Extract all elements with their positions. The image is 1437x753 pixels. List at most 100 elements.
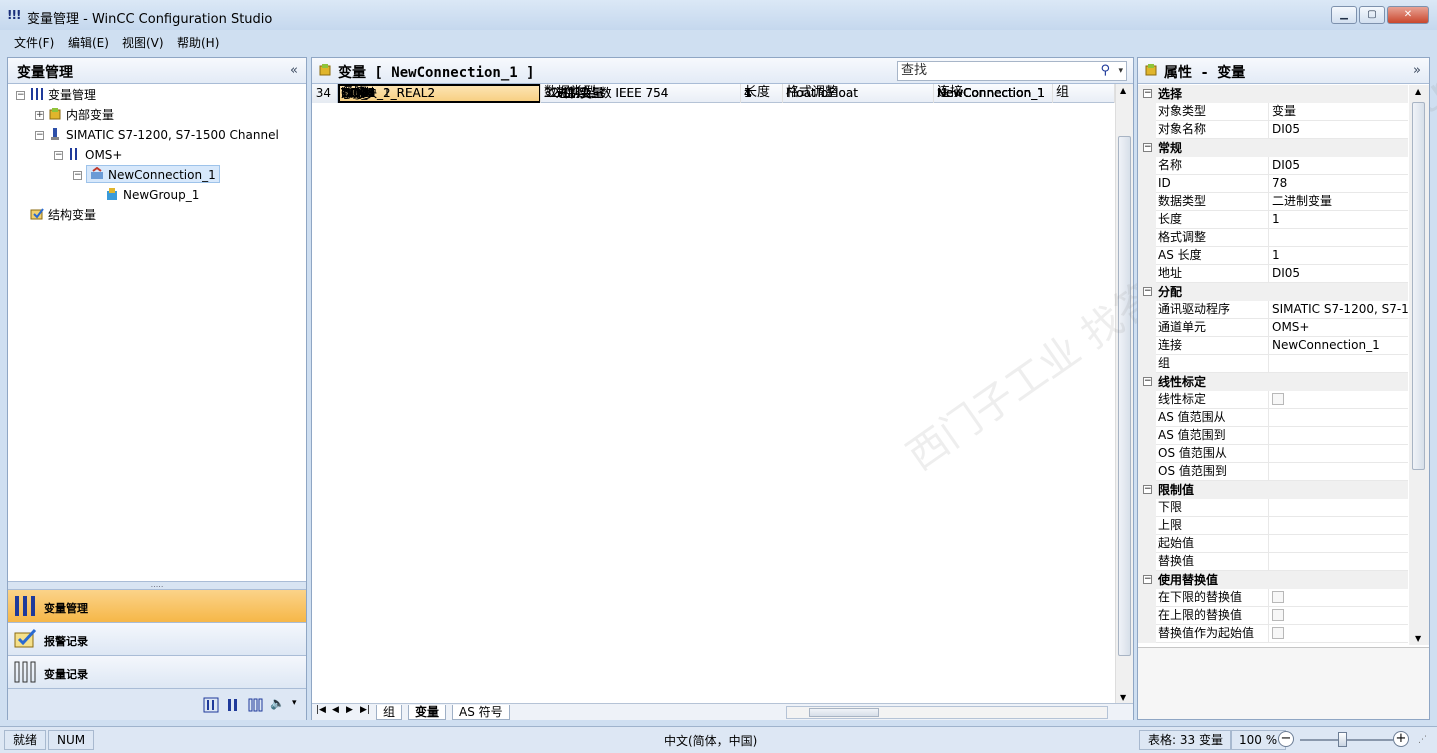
collapse-icon[interactable]: − [1143, 377, 1152, 386]
property-value[interactable] [1270, 535, 1408, 553]
menu-edit[interactable]: 编辑(E) [68, 34, 109, 51]
nav-tag-management[interactable]: 变量管理 [8, 589, 306, 622]
scroll-down-icon[interactable]: ▼ [1120, 693, 1126, 702]
scrollbar-thumb[interactable] [1118, 136, 1131, 656]
alarm-small-icon[interactable] [226, 697, 242, 716]
property-row[interactable]: 在下限的替换值 [1138, 589, 1408, 607]
last-sheet-button[interactable]: ▶| [360, 705, 370, 715]
property-row[interactable]: OS 值范围到 [1138, 463, 1408, 481]
property-value[interactable] [1270, 427, 1408, 445]
property-value[interactable]: OMS+ [1270, 319, 1408, 337]
chevron-down-icon[interactable]: ▾ [292, 698, 297, 708]
property-value[interactable] [1270, 409, 1408, 427]
navigation-splitter[interactable]: ..... [8, 581, 306, 589]
checkbox[interactable] [1272, 393, 1284, 405]
property-row[interactable]: 通讯驱动程序 SIMATIC S7-1200, S7-15 [1138, 301, 1408, 319]
collapse-icon[interactable]: − [1143, 485, 1152, 494]
tab-tags[interactable]: 变量 [408, 705, 447, 720]
property-value[interactable]: 1 [1270, 247, 1408, 265]
tree-node-newgroup[interactable]: NewGroup_1 [105, 186, 199, 204]
tree-expander-icon[interactable]: − [73, 171, 82, 180]
property-value[interactable]: 1 [1270, 211, 1408, 229]
property-value[interactable]: NewConnection_1 [1270, 337, 1408, 355]
property-row[interactable]: 线性标定 [1138, 391, 1408, 409]
next-sheet-button[interactable]: ▶ [346, 705, 353, 715]
tree-node-internal-tags[interactable]: 内部变量 [48, 106, 114, 124]
search-icon[interactable]: ⚲ [1100, 62, 1110, 80]
property-value[interactable] [1270, 607, 1408, 625]
property-row[interactable]: 地址 DI05 [1138, 265, 1408, 283]
table-cell[interactable] [741, 84, 783, 103]
scroll-up-icon[interactable]: ▲ [1120, 86, 1126, 95]
collapse-icon[interactable]: − [1143, 89, 1152, 98]
checkbox[interactable] [1272, 609, 1284, 621]
property-row[interactable]: 组 [1138, 355, 1408, 373]
tree-node-newconnection[interactable]: NewConnection_1 [86, 165, 220, 183]
property-value[interactable]: 二进制变量 [1270, 193, 1408, 211]
minimize-button[interactable]: ▁ [1331, 6, 1357, 24]
menu-help[interactable]: 帮助(H) [177, 34, 219, 51]
property-value[interactable]: 变量 [1270, 103, 1408, 121]
property-category[interactable]: − 使用替换值 [1138, 571, 1408, 589]
menu-view[interactable]: 视图(V) [122, 34, 164, 51]
nav-tag-logging[interactable]: 变量记录 [8, 655, 306, 688]
tree-expander-icon[interactable]: − [16, 91, 25, 100]
table-cell[interactable] [338, 84, 541, 103]
property-value[interactable]: 78 [1270, 175, 1408, 193]
zoom-out-button[interactable]: − [1278, 731, 1294, 747]
property-category[interactable]: − 线性标定 [1138, 373, 1408, 391]
property-row[interactable]: 在上限的替换值 [1138, 607, 1408, 625]
tree-expander-icon[interactable]: − [54, 151, 63, 160]
property-row[interactable]: 对象类型 变量 [1138, 103, 1408, 121]
scrollbar-thumb[interactable] [809, 708, 879, 717]
property-category[interactable]: − 选择 [1138, 85, 1408, 103]
first-sheet-button[interactable]: |◀ [316, 705, 326, 715]
property-value[interactable] [1270, 355, 1408, 373]
property-row[interactable]: 上限 [1138, 517, 1408, 535]
zoom-in-button[interactable]: + [1393, 731, 1409, 747]
prev-sheet-button[interactable]: ◀ [332, 705, 339, 715]
property-row[interactable]: 替换值 [1138, 553, 1408, 571]
collapse-icon[interactable]: − [1143, 143, 1152, 152]
resize-grip-icon[interactable]: ⋰ [1418, 735, 1427, 745]
maximize-button[interactable]: ▢ [1359, 6, 1385, 24]
property-row[interactable]: 名称 DI05 [1138, 157, 1408, 175]
property-value[interactable] [1270, 391, 1408, 409]
collapse-icon[interactable]: − [1143, 575, 1152, 584]
property-value[interactable] [1270, 463, 1408, 481]
property-row[interactable]: AS 值范围从 [1138, 409, 1408, 427]
horizontal-scrollbar[interactable] [786, 706, 1108, 719]
scroll-up-icon[interactable]: ▲ [1415, 87, 1421, 96]
table-cell[interactable] [934, 84, 1053, 103]
property-row[interactable]: 对象名称 DI05 [1138, 121, 1408, 139]
collapse-left-icon[interactable]: « [290, 63, 298, 78]
property-value[interactable]: SIMATIC S7-1200, S7-15 [1270, 301, 1408, 319]
property-row[interactable]: 长度 1 [1138, 211, 1408, 229]
checkbox[interactable] [1272, 591, 1284, 603]
property-value[interactable]: DI05 [1270, 157, 1408, 175]
chevron-down-icon[interactable]: ▾ [1118, 62, 1123, 80]
zoom-slider-thumb[interactable] [1338, 732, 1347, 747]
nav-alarm-logging[interactable]: 报警记录 [8, 622, 306, 655]
tab-as-symbols[interactable]: AS 符号 [452, 705, 510, 720]
table-cell[interactable] [783, 84, 934, 103]
collapse-icon[interactable]: − [1143, 287, 1152, 296]
property-category[interactable]: − 限制值 [1138, 481, 1408, 499]
property-row[interactable]: 起始值 [1138, 535, 1408, 553]
property-value[interactable] [1270, 445, 1408, 463]
property-value[interactable] [1270, 517, 1408, 535]
property-value[interactable] [1270, 553, 1408, 571]
menu-file[interactable]: 文件(F) [14, 34, 54, 51]
tree-node-struct-tags[interactable]: 结构变量 [30, 206, 96, 224]
property-row[interactable]: AS 长度 1 [1138, 247, 1408, 265]
table-cell[interactable] [541, 84, 741, 103]
property-value[interactable]: DI05 [1270, 265, 1408, 283]
tag-management-small-icon[interactable] [203, 697, 219, 716]
row-number[interactable]: 34 [312, 84, 338, 103]
property-row[interactable]: 替换值作为起始值 [1138, 625, 1408, 643]
property-row[interactable]: ID 78 [1138, 175, 1408, 193]
property-row[interactable]: 下限 [1138, 499, 1408, 517]
scrollbar-thumb[interactable] [1412, 102, 1425, 470]
properties-scrollbar[interactable]: ▲ ▼ [1409, 85, 1429, 645]
tree-node-s7-channel[interactable]: SIMATIC S7-1200, S7-1500 Channel [48, 126, 279, 144]
